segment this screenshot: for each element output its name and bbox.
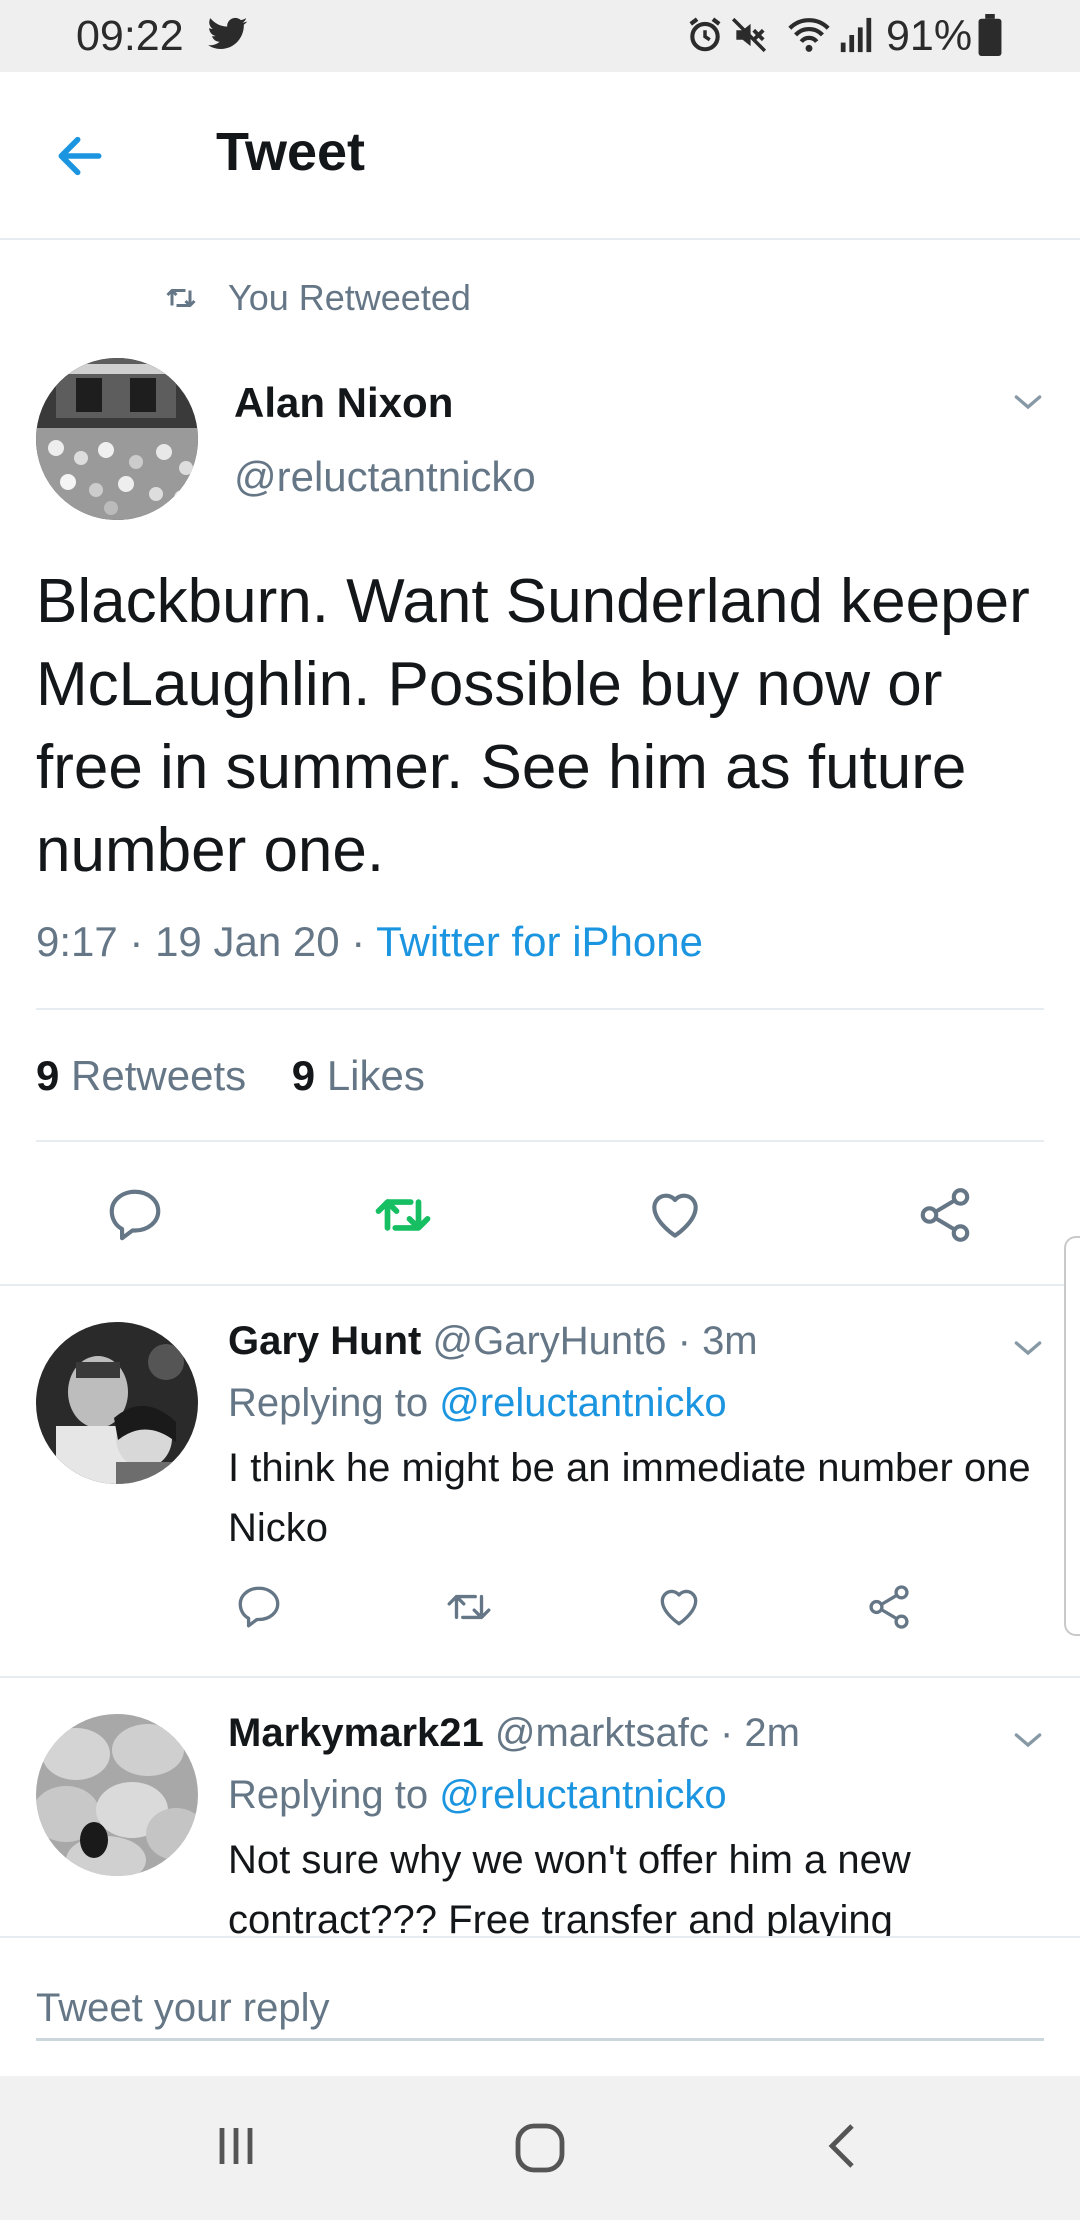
author-avatar[interactable] bbox=[36, 358, 198, 520]
like-button[interactable] bbox=[654, 1582, 704, 1632]
author-handle[interactable]: @reluctantnicko bbox=[234, 452, 536, 502]
chevron-down-icon bbox=[1014, 1341, 1042, 1356]
alarm-icon bbox=[686, 16, 724, 54]
meta-separator: · bbox=[666, 1319, 703, 1363]
status-time: 09:22 bbox=[76, 12, 184, 60]
chevron-left-icon bbox=[828, 2124, 854, 2168]
reply-author-name[interactable]: Markymark21 bbox=[228, 1711, 484, 1755]
retweet-button[interactable] bbox=[370, 1184, 436, 1246]
tweet-stats: 9 Retweets 9 Likes bbox=[36, 1050, 425, 1102]
back-button[interactable] bbox=[52, 128, 108, 184]
chevron-down-icon bbox=[1014, 395, 1042, 410]
replying-to-prefix: Replying to bbox=[228, 1773, 429, 1817]
meta-separator: · bbox=[117, 918, 156, 965]
author-name[interactable]: Alan Nixon bbox=[234, 378, 453, 428]
replying-to-link[interactable]: @reluctantnicko bbox=[439, 1381, 726, 1425]
retweet-button[interactable] bbox=[442, 1582, 496, 1632]
likes-count: 9 bbox=[291, 1052, 316, 1099]
comment-icon bbox=[109, 1189, 161, 1241]
retweet-context-icon bbox=[162, 280, 200, 316]
tweet-source-link[interactable]: Twitter for iPhone bbox=[376, 918, 703, 965]
reply-author-handle[interactable]: @marktsafc bbox=[495, 1711, 709, 1755]
reply-action-bar bbox=[228, 1582, 948, 1642]
heart-icon bbox=[652, 1193, 698, 1238]
tweet-meta: 9:17 · 19 Jan 20 · Twitter for iPhone bbox=[36, 916, 703, 968]
tweet-text: Blackburn. Want Sunderland keeper McLaug… bbox=[36, 567, 1030, 885]
share-button[interactable] bbox=[864, 1582, 914, 1632]
comment-icon bbox=[238, 1586, 280, 1628]
app-header: Tweet bbox=[0, 72, 1080, 240]
heart-icon bbox=[660, 1589, 698, 1626]
reply-composer bbox=[0, 1936, 1080, 2076]
reply-header: Markymark21 @marktsafc · 2m bbox=[228, 1708, 800, 1758]
reply-text: I think he might be an immediate number … bbox=[228, 1446, 1031, 1550]
system-nav-bar bbox=[0, 2076, 1080, 2220]
status-bar: 09:22 91% bbox=[0, 0, 1080, 72]
reply-author-handle[interactable]: @GaryHunt6 bbox=[432, 1319, 666, 1363]
battery-icon bbox=[978, 14, 1002, 56]
share-icon bbox=[920, 1188, 970, 1242]
home-icon bbox=[515, 2123, 565, 2173]
share-button[interactable] bbox=[914, 1184, 976, 1246]
page-title: Tweet bbox=[216, 122, 366, 182]
reply-input[interactable] bbox=[36, 1978, 1044, 2041]
reply-options-button[interactable] bbox=[1008, 1720, 1048, 1760]
arrow-left-icon bbox=[58, 136, 102, 176]
retweets-label: Retweets bbox=[71, 1052, 247, 1099]
signal-icon bbox=[838, 16, 874, 54]
replying-to-line: Replying to @reluctantnicko bbox=[228, 1770, 727, 1820]
reply-options-button[interactable] bbox=[1008, 1328, 1048, 1368]
retweets-count: 9 bbox=[36, 1052, 60, 1099]
recent-apps-button[interactable] bbox=[210, 2120, 262, 2172]
chevron-down-icon bbox=[1014, 1733, 1042, 1748]
retweet-icon bbox=[447, 1594, 491, 1620]
reply-age: 3m bbox=[702, 1319, 758, 1363]
divider bbox=[36, 1008, 1044, 1010]
twitter-icon bbox=[208, 16, 248, 52]
replying-to-prefix: Replying to bbox=[228, 1381, 429, 1425]
divider bbox=[36, 1140, 1044, 1142]
battery-percent: 91% bbox=[886, 12, 973, 60]
home-button[interactable] bbox=[512, 2120, 568, 2176]
retweet-icon bbox=[375, 1199, 431, 1231]
replying-to-line: Replying to @reluctantnicko bbox=[228, 1378, 727, 1428]
reply-age: 2m bbox=[744, 1711, 800, 1755]
like-button[interactable] bbox=[644, 1184, 706, 1246]
reply-button[interactable] bbox=[104, 1184, 166, 1246]
retweets-stat[interactable]: 9 Retweets bbox=[36, 1052, 246, 1099]
meta-separator: · bbox=[708, 1711, 745, 1755]
tweet-time: 9:17 bbox=[36, 918, 118, 965]
reply-item[interactable]: Gary Hunt @GaryHunt6 · 3m Replying to @r… bbox=[0, 1286, 1060, 1676]
reply-text: Not sure why we won't offer him a new co… bbox=[228, 1838, 911, 1936]
recent-apps-icon bbox=[219, 2128, 253, 2164]
replying-to-link[interactable]: @reluctantnicko bbox=[439, 1773, 726, 1817]
reply-item[interactable]: Markymark21 @marktsafc · 2m Replying to … bbox=[0, 1678, 1080, 1936]
scrollbar-handle[interactable] bbox=[1064, 1236, 1080, 1636]
reply-avatar[interactable] bbox=[36, 1714, 198, 1876]
likes-label: Likes bbox=[326, 1052, 425, 1099]
tweet-date: 19 Jan 20 bbox=[155, 918, 340, 965]
meta-separator: · bbox=[339, 918, 377, 965]
retweet-context-label: You Retweeted bbox=[228, 277, 471, 318]
reply-avatar[interactable] bbox=[36, 1322, 198, 1484]
likes-stat[interactable]: 9 Likes bbox=[292, 1052, 425, 1099]
reply-button[interactable] bbox=[234, 1582, 284, 1632]
system-back-button[interactable] bbox=[818, 2120, 870, 2172]
reply-header: Gary Hunt @GaryHunt6 · 3m bbox=[228, 1316, 758, 1366]
mute-icon bbox=[730, 16, 768, 54]
reply-author-name[interactable]: Gary Hunt bbox=[228, 1319, 421, 1363]
wifi-icon bbox=[786, 14, 832, 54]
tweet-action-bar bbox=[0, 1180, 1080, 1252]
share-icon bbox=[869, 1585, 909, 1629]
tweet-options-button[interactable] bbox=[1008, 382, 1048, 422]
